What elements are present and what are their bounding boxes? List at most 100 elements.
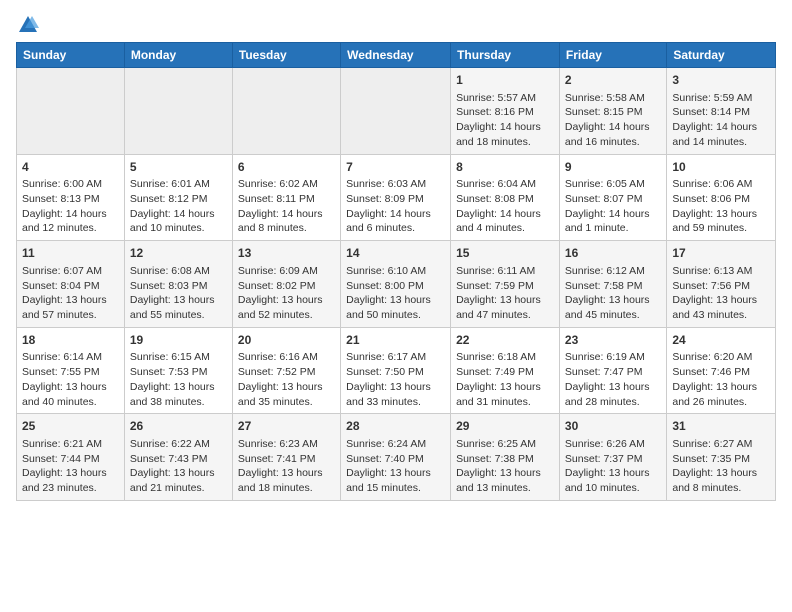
calendar-table: SundayMondayTuesdayWednesdayThursdayFrid… [16,42,776,501]
cell-content: Sunrise: 6:15 AMSunset: 7:53 PMDaylight:… [130,350,227,409]
header-row: SundayMondayTuesdayWednesdayThursdayFrid… [17,43,776,68]
cell-content: Sunrise: 6:22 AMSunset: 7:43 PMDaylight:… [130,437,227,496]
cell-content: Sunrise: 6:05 AMSunset: 8:07 PMDaylight:… [565,177,661,236]
day-number: 29 [456,418,554,435]
calendar-cell: 2 Sunrise: 5:58 AMSunset: 8:15 PMDaylight… [559,68,666,155]
day-number: 30 [565,418,661,435]
calendar-cell: 28 Sunrise: 6:24 AMSunset: 7:40 PMDayligh… [341,414,451,501]
day-number: 3 [672,72,770,89]
calendar-cell: 7Sunrise: 6:03 AMSunset: 8:09 PMDaylight… [341,154,451,241]
day-number: 22 [456,332,554,349]
day-number: 10 [672,159,770,176]
cell-content: Sunrise: 6:13 AMSunset: 7:56 PMDaylight:… [672,264,770,323]
calendar-cell [232,68,340,155]
day-number: 6 [238,159,335,176]
day-number: 13 [238,245,335,262]
cell-content: Sunrise: 6:24 AMSunset: 7:40 PMDaylight:… [346,437,445,496]
day-number: 8 [456,159,554,176]
calendar-cell: 24Sunrise: 6:20 AMSunset: 7:46 PMDayligh… [667,327,776,414]
day-number: 24 [672,332,770,349]
calendar-cell: 20Sunrise: 6:16 AMSunset: 7:52 PMDayligh… [232,327,340,414]
day-number: 16 [565,245,661,262]
calendar-cell: 13 Sunrise: 6:09 AMSunset: 8:02 PMDayligh… [232,241,340,328]
calendar-cell: 6Sunrise: 6:02 AMSunset: 8:11 PMDaylight… [232,154,340,241]
cell-content: Sunrise: 6:04 AMSunset: 8:08 PMDaylight:… [456,177,554,236]
cell-content: Sunrise: 6:26 AMSunset: 7:37 PMDaylight:… [565,437,661,496]
week-row-4: 18Sunrise: 6:14 AMSunset: 7:55 PMDayligh… [17,327,776,414]
day-number: 11 [22,245,119,262]
col-header-thursday: Thursday [451,43,560,68]
day-number: 14 [346,245,445,262]
cell-content: Sunrise: 6:14 AMSunset: 7:55 PMDaylight:… [22,350,119,409]
day-number: 17 [672,245,770,262]
day-number: 25 [22,418,119,435]
calendar-cell: 1 Sunrise: 5:57 AMSunset: 8:16 PMDaylight… [451,68,560,155]
calendar-cell: 27Sunrise: 6:23 AMSunset: 7:41 PMDayligh… [232,414,340,501]
cell-content: Sunrise: 6:09 AMSunset: 8:02 PMDaylight:… [238,264,335,323]
day-number: 5 [130,159,227,176]
calendar-cell: 16 Sunrise: 6:12 AMSunset: 7:58 PMDayligh… [559,241,666,328]
day-number: 12 [130,245,227,262]
calendar-cell: 18Sunrise: 6:14 AMSunset: 7:55 PMDayligh… [17,327,125,414]
calendar-cell: 29 Sunrise: 6:25 AMSunset: 7:38 PMDayligh… [451,414,560,501]
calendar-cell: 15 Sunrise: 6:11 AMSunset: 7:59 PMDayligh… [451,241,560,328]
calendar-cell: 9Sunrise: 6:05 AMSunset: 8:07 PMDaylight… [559,154,666,241]
cell-content: Sunrise: 6:18 AMSunset: 7:49 PMDaylight:… [456,350,554,409]
cell-content: Sunrise: 6:17 AMSunset: 7:50 PMDaylight:… [346,350,445,409]
cell-content: Sunrise: 6:20 AMSunset: 7:46 PMDaylight:… [672,350,770,409]
col-header-friday: Friday [559,43,666,68]
cell-content: Sunrise: 6:16 AMSunset: 7:52 PMDaylight:… [238,350,335,409]
calendar-cell [341,68,451,155]
calendar-cell: 22Sunrise: 6:18 AMSunset: 7:49 PMDayligh… [451,327,560,414]
day-number: 21 [346,332,445,349]
calendar-cell: 19Sunrise: 6:15 AMSunset: 7:53 PMDayligh… [124,327,232,414]
calendar-cell: 14Sunrise: 6:10 AMSunset: 8:00 PMDayligh… [341,241,451,328]
week-row-2: 4Sunrise: 6:00 AMSunset: 8:13 PMDaylight… [17,154,776,241]
day-number: 1 [456,72,554,89]
calendar-cell: 23Sunrise: 6:19 AMSunset: 7:47 PMDayligh… [559,327,666,414]
col-header-saturday: Saturday [667,43,776,68]
calendar-cell: 8Sunrise: 6:04 AMSunset: 8:08 PMDaylight… [451,154,560,241]
calendar-cell [17,68,125,155]
calendar-cell: 12 Sunrise: 6:08 AMSunset: 8:03 PMDayligh… [124,241,232,328]
cell-content: Sunrise: 6:21 AMSunset: 7:44 PMDaylight:… [22,437,119,496]
col-header-wednesday: Wednesday [341,43,451,68]
week-row-5: 25 Sunrise: 6:21 AMSunset: 7:44 PMDayligh… [17,414,776,501]
cell-content: Sunrise: 6:19 AMSunset: 7:47 PMDaylight:… [565,350,661,409]
cell-content: Sunrise: 6:06 AMSunset: 8:06 PMDaylight:… [672,177,770,236]
cell-content: Sunrise: 5:58 AMSunset: 8:15 PMDaylight:… [565,91,661,150]
cell-content: Sunrise: 6:08 AMSunset: 8:03 PMDaylight:… [130,264,227,323]
calendar-cell: 17 Sunrise: 6:13 AMSunset: 7:56 PMDayligh… [667,241,776,328]
day-number: 27 [238,418,335,435]
day-number: 19 [130,332,227,349]
calendar-cell: 26 Sunrise: 6:22 AMSunset: 7:43 PMDayligh… [124,414,232,501]
day-number: 20 [238,332,335,349]
calendar-cell: 5Sunrise: 6:01 AMSunset: 8:12 PMDaylight… [124,154,232,241]
day-number: 2 [565,72,661,89]
calendar-cell [124,68,232,155]
calendar-cell: 10Sunrise: 6:06 AMSunset: 8:06 PMDayligh… [667,154,776,241]
day-number: 23 [565,332,661,349]
calendar-cell: 21Sunrise: 6:17 AMSunset: 7:50 PMDayligh… [341,327,451,414]
cell-content: Sunrise: 6:11 AMSunset: 7:59 PMDaylight:… [456,264,554,323]
calendar-cell: 3 Sunrise: 5:59 AMSunset: 8:14 PMDaylight… [667,68,776,155]
cell-content: Sunrise: 6:12 AMSunset: 7:58 PMDaylight:… [565,264,661,323]
col-header-monday: Monday [124,43,232,68]
week-row-1: 1 Sunrise: 5:57 AMSunset: 8:16 PMDaylight… [17,68,776,155]
cell-content: Sunrise: 6:01 AMSunset: 8:12 PMDaylight:… [130,177,227,236]
cell-content: Sunrise: 5:57 AMSunset: 8:16 PMDaylight:… [456,91,554,150]
cell-content: Sunrise: 5:59 AMSunset: 8:14 PMDaylight:… [672,91,770,150]
day-number: 7 [346,159,445,176]
calendar-cell: 4Sunrise: 6:00 AMSunset: 8:13 PMDaylight… [17,154,125,241]
week-row-3: 11Sunrise: 6:07 AMSunset: 8:04 PMDayligh… [17,241,776,328]
cell-content: Sunrise: 6:02 AMSunset: 8:11 PMDaylight:… [238,177,335,236]
cell-content: Sunrise: 6:25 AMSunset: 7:38 PMDaylight:… [456,437,554,496]
day-number: 15 [456,245,554,262]
calendar-cell: 30 Sunrise: 6:26 AMSunset: 7:37 PMDayligh… [559,414,666,501]
calendar-cell: 25 Sunrise: 6:21 AMSunset: 7:44 PMDayligh… [17,414,125,501]
col-header-tuesday: Tuesday [232,43,340,68]
day-number: 26 [130,418,227,435]
day-number: 18 [22,332,119,349]
logo-icon [17,14,39,36]
day-number: 28 [346,418,445,435]
